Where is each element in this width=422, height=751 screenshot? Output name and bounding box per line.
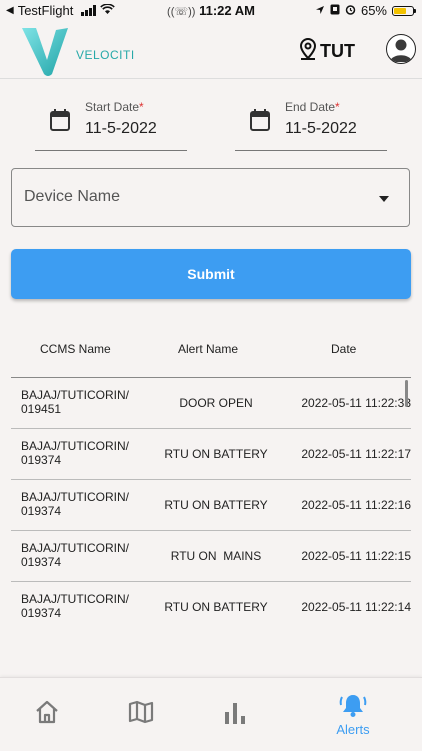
table-row[interactable]: BAJAJ/TUTICORIN/019374 RTU ON BATTERY 20… <box>11 581 411 632</box>
orientation-lock-icon <box>330 3 340 18</box>
home-icon <box>34 700 60 729</box>
date-cell: 2022-05-11 11:22:15 <box>301 549 411 563</box>
ccms-name-cell: BAJAJ/TUTICORIN/019374 <box>21 541 130 569</box>
clock-text: 11:22 AM <box>199 3 255 18</box>
status-right: 65% <box>315 3 416 18</box>
bar-chart-icon <box>222 700 248 731</box>
alert-name-cell: RTU ON BATTERY <box>164 600 268 614</box>
brand-name: VELOCITI <box>76 48 135 62</box>
table-row[interactable]: BAJAJ/TUTICORIN/019374 RTU ON BATTERY 20… <box>11 479 411 530</box>
end-date-value: 11-5-2022 <box>285 120 357 137</box>
end-date-label: End Date* <box>285 100 340 114</box>
start-date-label: Start Date* <box>85 100 144 114</box>
end-date-field[interactable]: End Date* 11-5-2022 <box>235 96 387 151</box>
battery-icon <box>392 5 416 16</box>
table-row[interactable]: BAJAJ/TUTICORIN/019374 RTU ON BATTERY 20… <box>11 428 411 479</box>
status-bar: ◀ TestFlight ((☏)) 11:22 AM 65% <box>0 0 422 22</box>
ccms-name-cell: BAJAJ/TUTICORIN/019374 <box>21 592 130 620</box>
ccms-name-cell: BAJAJ/TUTICORIN/019374 <box>21 490 130 518</box>
location-code: TUT <box>320 41 355 61</box>
start-date-value: 11-5-2022 <box>85 120 157 137</box>
alert-name-cell: RTU ON BATTERY <box>164 498 268 512</box>
device-name-dropdown[interactable]: Device Name <box>11 168 410 227</box>
velociti-logo-icon <box>20 26 70 83</box>
date-cell: 2022-05-11 11:22:17 <box>301 447 411 461</box>
column-header-ccms-name: CCMS Name <box>40 342 111 356</box>
device-name-placeholder: Device Name <box>24 188 121 205</box>
date-cell: 2022-05-11 11:22:33 <box>301 396 411 410</box>
calendar-icon <box>249 108 271 137</box>
submit-button[interactable]: Submit <box>11 249 411 299</box>
location-selector[interactable]: TUT <box>299 37 355 65</box>
dropdown-arrow-icon <box>379 196 389 202</box>
battery-percent: 65% <box>360 3 387 18</box>
alarm-icon <box>345 3 356 18</box>
nav-alerts-label: Alerts <box>336 722 370 737</box>
map-icon <box>128 700 154 729</box>
date-cell: 2022-05-11 11:22:14 <box>301 600 411 614</box>
date-cell: 2022-05-11 11:22:16 <box>301 498 411 512</box>
profile-avatar-icon[interactable] <box>386 34 416 64</box>
alert-name-cell: DOOR OPEN <box>179 396 253 410</box>
bell-alert-icon <box>338 692 368 723</box>
map-pin-icon <box>299 37 317 65</box>
nav-map[interactable] <box>94 678 188 751</box>
phone-call-icon: ((☏)) <box>167 6 196 18</box>
alert-name-cell: RTU ON BATTERY <box>164 447 268 461</box>
column-header-date: Date <box>331 342 357 356</box>
ccms-name-cell: BAJAJ/TUTICORIN/019451 <box>21 388 130 416</box>
nav-alerts[interactable]: Alerts <box>306 678 400 751</box>
table-row[interactable]: BAJAJ/TUTICORIN/019451 DOOR OPEN 2022-05… <box>11 377 411 428</box>
table-scrollbar[interactable] <box>405 380 408 407</box>
app-bar: VELOCITI TUT <box>0 22 422 79</box>
nav-reports[interactable] <box>188 678 282 751</box>
start-date-field[interactable]: Start Date* 11-5-2022 <box>35 96 187 151</box>
location-arrow-icon <box>315 3 325 18</box>
ccms-name-cell: BAJAJ/TUTICORIN/019374 <box>21 439 130 467</box>
alert-name-cell: RTU ON MAINS <box>170 549 262 563</box>
table-row[interactable]: BAJAJ/TUTICORIN/019374 RTU ON MAINS 2022… <box>11 530 411 581</box>
bottom-nav: Alerts <box>0 677 422 751</box>
alerts-table: BAJAJ/TUTICORIN/019451 DOOR OPEN 2022-05… <box>11 377 411 632</box>
calendar-icon <box>49 108 71 137</box>
column-header-alert-name: Alert Name <box>178 342 239 356</box>
table-header: CCMS Name Alert Name Date <box>0 330 422 366</box>
nav-home[interactable] <box>0 678 94 751</box>
